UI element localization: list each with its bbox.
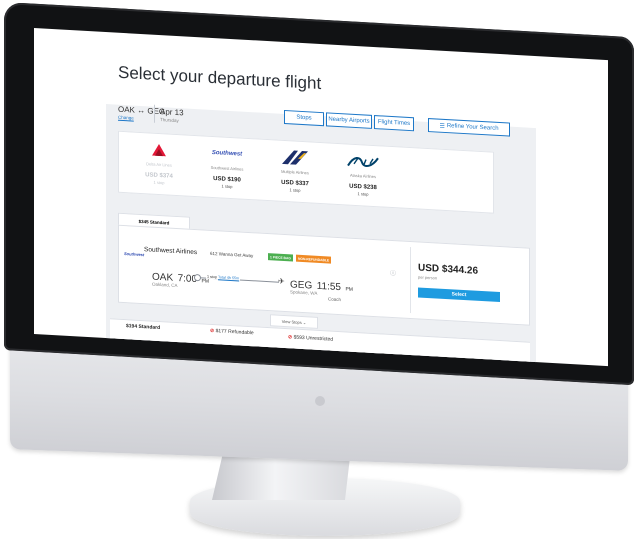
cabin-class: Coach	[328, 296, 342, 303]
southwest-logo-icon: Southwest	[211, 149, 243, 158]
price-per-person: per person	[418, 274, 438, 281]
info-icon[interactable]: ⓘ	[390, 268, 396, 277]
nearby-airports-button[interactable]: Nearby Airports	[326, 112, 372, 129]
sliders-icon: ☰	[439, 123, 445, 130]
airline-name: Delta Air Lines	[146, 161, 172, 168]
day-label: Thursday	[160, 117, 179, 124]
result-airline-logo: Southwest	[124, 251, 145, 258]
date-label: Apr 13	[160, 107, 184, 118]
flight-times-button[interactable]: Flight Times	[374, 115, 414, 132]
excluded-icon: ⊘	[210, 327, 215, 335]
origin-dot-icon	[194, 273, 201, 282]
airline-name: Multiple Airlines	[281, 168, 309, 176]
delta-logo-icon	[129, 138, 189, 161]
depart-period: PM	[201, 278, 210, 285]
monitor-screen: Select your departure flight OAK ↔ GEG C…	[34, 28, 608, 367]
airplane-icon: ✈	[278, 276, 285, 287]
bag-badge: 1 PIECE BAG	[268, 253, 293, 262]
change-link[interactable]: Change	[118, 115, 134, 121]
monitor-logo	[315, 396, 325, 406]
airline-name: Alaska Airlines	[349, 172, 376, 180]
divider	[154, 104, 155, 123]
airline-option-southwest[interactable]: Southwest Southwest Airlines USD $190 1 …	[197, 142, 257, 190]
arrive-period: PM	[345, 286, 353, 293]
excluded-icon: ⊘	[288, 334, 293, 341]
stops-filter-button[interactable]: Stops	[284, 109, 324, 127]
airline-option-alaska[interactable]: Alaska Airlines USD $238 1 stop	[333, 150, 393, 198]
airline-name: Southwest Airlines	[210, 164, 244, 172]
airline-option-multiple[interactable]: Multiple Airlines USD $337 1 stop	[265, 146, 325, 194]
multiple-airlines-icon	[265, 146, 325, 169]
airline-option-delta[interactable]: Delta Air Lines USD $374 1 stop	[129, 138, 189, 186]
refine-search-label: Refine Your Search	[446, 123, 499, 132]
arrive-time: 11:55	[316, 280, 341, 294]
alaska-logo-icon	[333, 150, 393, 173]
page-title: Select your departure flight	[118, 62, 322, 94]
price-divider	[410, 247, 411, 314]
